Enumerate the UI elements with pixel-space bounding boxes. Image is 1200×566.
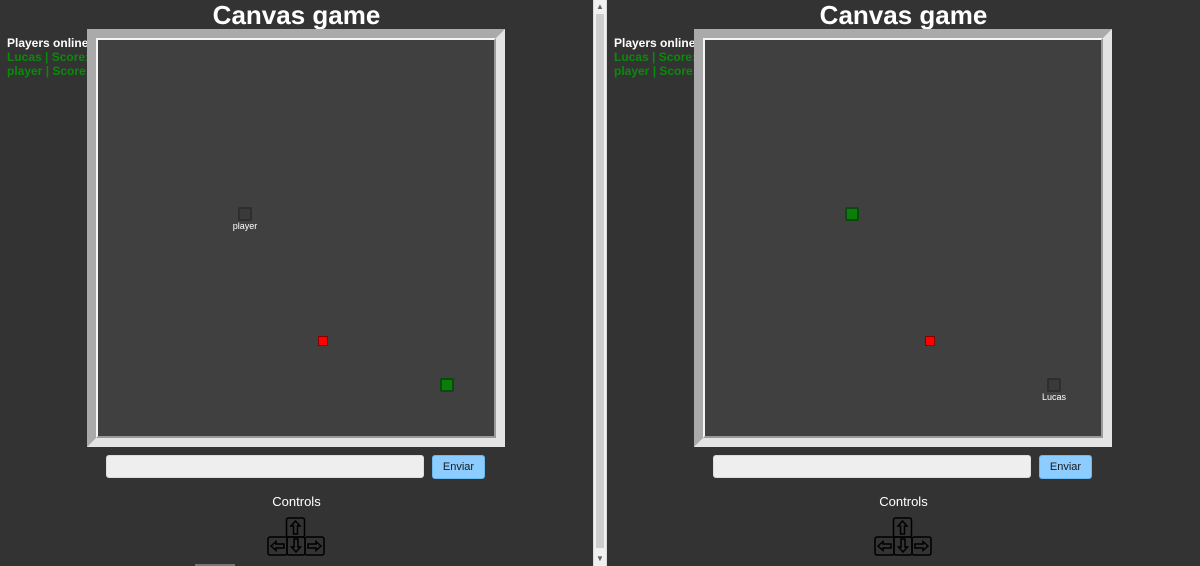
page-title: Canvas game: [819, 0, 988, 30]
vertical-scrollbar[interactable]: ▲ ▼: [593, 0, 607, 566]
chat-input[interactable]: [713, 455, 1031, 478]
controls-label: Controls: [879, 494, 928, 509]
players-online-list: Players online Lucas | Score: 0 player |…: [7, 36, 100, 78]
player-entry: Lucas | Score: 0: [7, 50, 100, 64]
self-player-square: [845, 207, 859, 221]
send-button[interactable]: Enviar: [1039, 455, 1092, 479]
controls-label: Controls: [272, 494, 321, 509]
scroll-down-icon[interactable]: ▼: [594, 552, 606, 566]
game-canvas-frame: Lucas: [694, 29, 1112, 447]
fruit-square: [925, 336, 935, 346]
left-game-window: Canvas game Players online Lucas | Score…: [0, 0, 593, 566]
self-player-square: [440, 378, 454, 392]
game-canvas[interactable]: player: [96, 38, 496, 438]
game-canvas[interactable]: Lucas: [703, 38, 1103, 438]
arrow-keys-icon: [874, 517, 932, 556]
send-button[interactable]: Enviar: [432, 455, 485, 479]
other-player-square: [238, 207, 252, 221]
players-online-header: Players online: [614, 36, 696, 50]
other-player-square: [1047, 378, 1061, 392]
chat-input[interactable]: [106, 455, 424, 478]
players-online-list: Players online Lucas | Score: 0 player |…: [614, 36, 707, 78]
players-online-header: Players online: [7, 36, 89, 50]
player-name-label: player: [232, 221, 258, 231]
fruit-square: [318, 336, 328, 346]
arrow-keys-icon: [267, 517, 325, 556]
player-entry: player | Score: 1: [7, 64, 100, 78]
scrollbar-thumb[interactable]: [596, 14, 604, 548]
player-entry: player | Score: 1: [614, 64, 707, 78]
scroll-up-icon[interactable]: ▲: [594, 0, 606, 14]
game-canvas-frame: player: [87, 29, 505, 447]
page-title: Canvas game: [212, 0, 381, 30]
player-entry: Lucas | Score: 0: [614, 50, 707, 64]
right-game-window: Canvas game Players online Lucas | Score…: [607, 0, 1200, 566]
player-name-label: Lucas: [1041, 392, 1067, 402]
